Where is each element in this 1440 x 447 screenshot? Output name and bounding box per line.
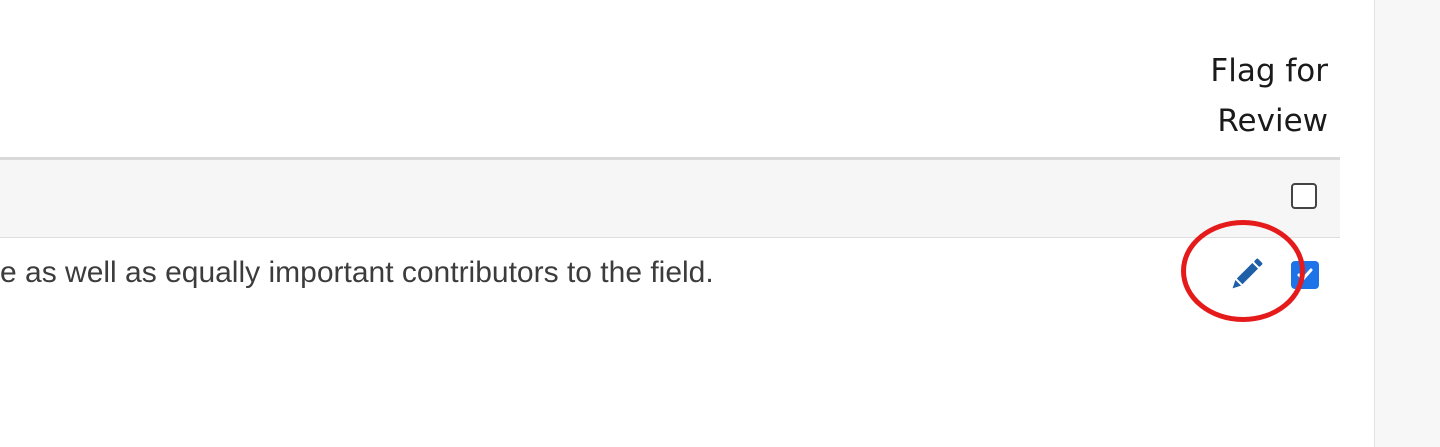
flag-checkbox-checked[interactable]	[1291, 261, 1319, 289]
column-header-flag-for-review: Flag for Review	[1130, 46, 1328, 146]
right-rail	[1374, 0, 1440, 447]
flag-checkbox[interactable]	[1291, 183, 1317, 209]
table-row	[0, 160, 1340, 238]
column-header-line-2: Review	[1217, 103, 1328, 139]
main-panel: Flag for Review e as well as equally imp…	[0, 0, 1374, 447]
pencil-icon[interactable]	[1224, 253, 1268, 297]
column-header-line-1: Flag for	[1210, 53, 1328, 89]
page: Flag for Review e as well as equally imp…	[0, 0, 1440, 447]
table-row: e as well as equally important contribut…	[0, 239, 1340, 319]
row-text: e as well as equally important contribut…	[0, 256, 714, 289]
